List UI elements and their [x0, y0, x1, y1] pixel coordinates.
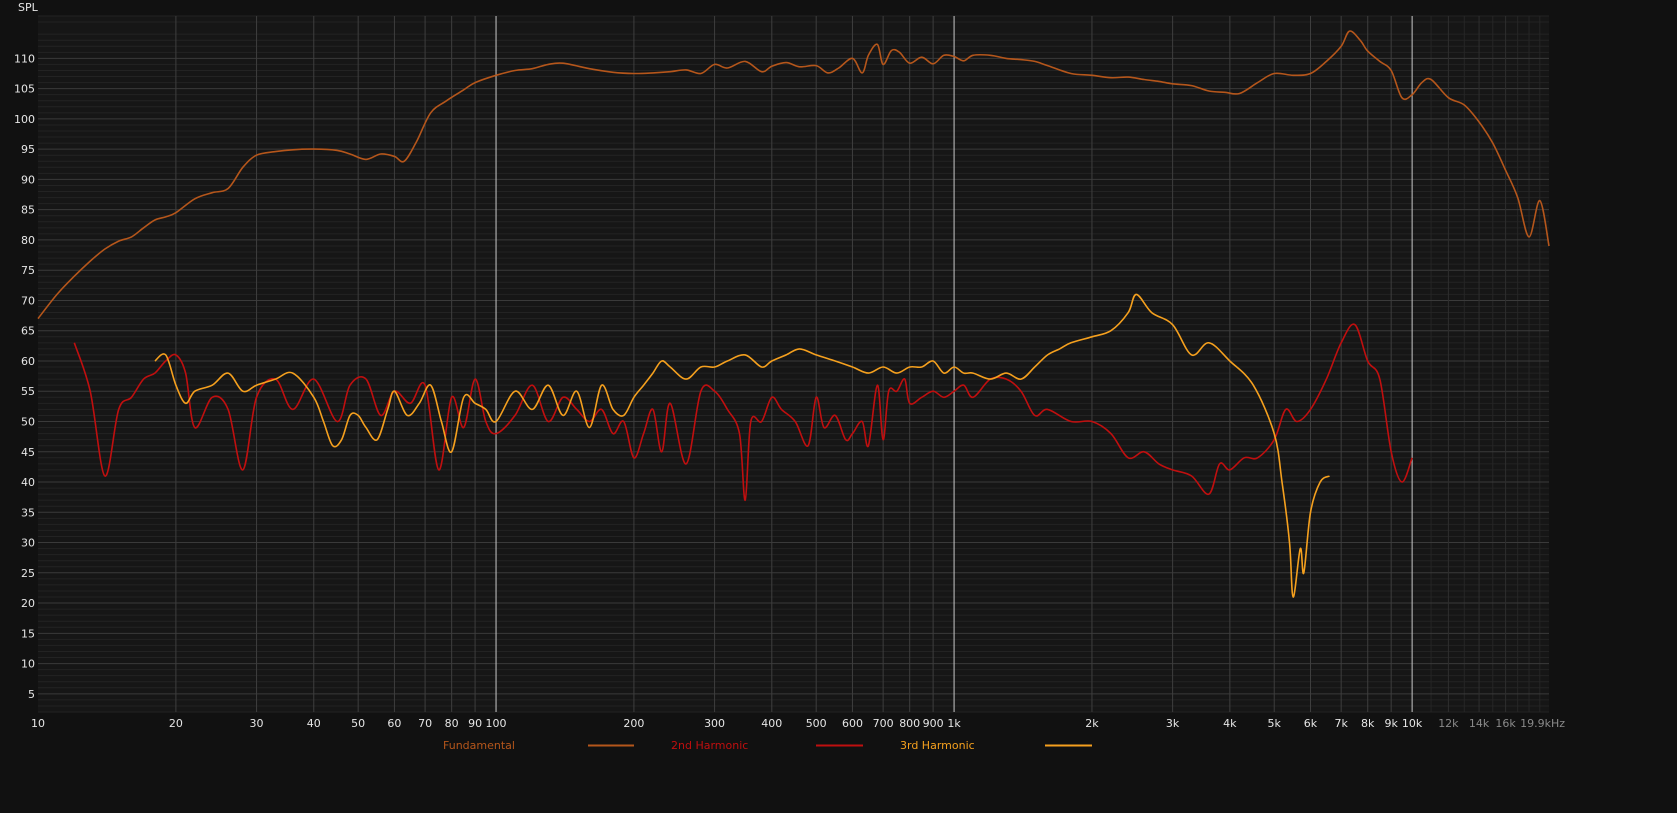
y-tick-label: 65 — [21, 325, 35, 338]
x-tick-label: 900 — [923, 717, 944, 730]
y-tick-label: 70 — [21, 294, 35, 307]
y-tick-label: 90 — [21, 173, 35, 186]
x-tick-label: 19.9kHz — [1520, 717, 1565, 730]
x-tick-label: 3k — [1166, 717, 1180, 730]
x-tick-label: 90 — [468, 717, 482, 730]
legend-label: Fundamental — [443, 739, 515, 752]
y-tick-label: 25 — [21, 567, 35, 580]
x-tick-label: 7k — [1334, 717, 1348, 730]
y-tick-label: 30 — [21, 537, 35, 550]
y-tick-label: 35 — [21, 506, 35, 519]
x-tick-label: 100 — [486, 717, 507, 730]
x-tick-label: 14k — [1469, 717, 1490, 730]
x-tick-label: 80 — [445, 717, 459, 730]
y-tick-label: 100 — [14, 113, 35, 126]
legend-label: 2nd Harmonic — [671, 739, 748, 752]
x-tick-label: 200 — [623, 717, 644, 730]
y-tick-label: 15 — [21, 627, 35, 640]
x-tick-label: 6k — [1304, 717, 1318, 730]
x-tick-label: 50 — [351, 717, 365, 730]
x-tick-label: 12k — [1438, 717, 1459, 730]
x-tick-label: 70 — [418, 717, 432, 730]
x-tick-label: 800 — [899, 717, 920, 730]
x-tick-label: 4k — [1223, 717, 1237, 730]
y-tick-label: 20 — [21, 597, 35, 610]
x-tick-label: 2k — [1085, 717, 1099, 730]
x-tick-label: 10k — [1402, 717, 1423, 730]
y-tick-label: 110 — [14, 52, 35, 65]
y-tick-label: 85 — [21, 204, 35, 217]
x-tick-label: 400 — [761, 717, 782, 730]
x-tick-label: 40 — [307, 717, 321, 730]
y-tick-label: 50 — [21, 415, 35, 428]
y-tick-label: 40 — [21, 476, 35, 489]
y-tick-label: 80 — [21, 234, 35, 247]
y-tick-label: 95 — [21, 143, 35, 156]
x-tick-label: 5k — [1268, 717, 1282, 730]
x-tick-label: 600 — [842, 717, 863, 730]
plot-area — [38, 16, 1549, 712]
y-tick-label: 105 — [14, 83, 35, 96]
x-tick-label: 1k — [947, 717, 961, 730]
x-tick-label: 9k — [1384, 717, 1398, 730]
x-tick-label: 30 — [250, 717, 264, 730]
x-tick-label: 700 — [873, 717, 894, 730]
y-tick-label: 45 — [21, 446, 35, 459]
x-tick-label: 300 — [704, 717, 725, 730]
y-tick-label: 10 — [21, 658, 35, 671]
legend-label: 3rd Harmonic — [900, 739, 975, 752]
x-tick-label: 16k — [1495, 717, 1516, 730]
y-tick-label: 60 — [21, 355, 35, 368]
y-tick-label: 55 — [21, 385, 35, 398]
x-tick-label: 500 — [806, 717, 827, 730]
y-tick-label: 75 — [21, 264, 35, 277]
x-tick-label: 60 — [387, 717, 401, 730]
x-tick-label: 10 — [31, 717, 45, 730]
y-axis-label: SPL — [18, 1, 39, 14]
x-tick-label: 8k — [1361, 717, 1375, 730]
x-tick-label: 20 — [169, 717, 183, 730]
y-tick-label: 5 — [28, 688, 35, 701]
frequency-response-chart: 10 20 30 40 50 60 70 80 90 100 200 300 400 500 600 700 8… — [0, 0, 1568, 760]
